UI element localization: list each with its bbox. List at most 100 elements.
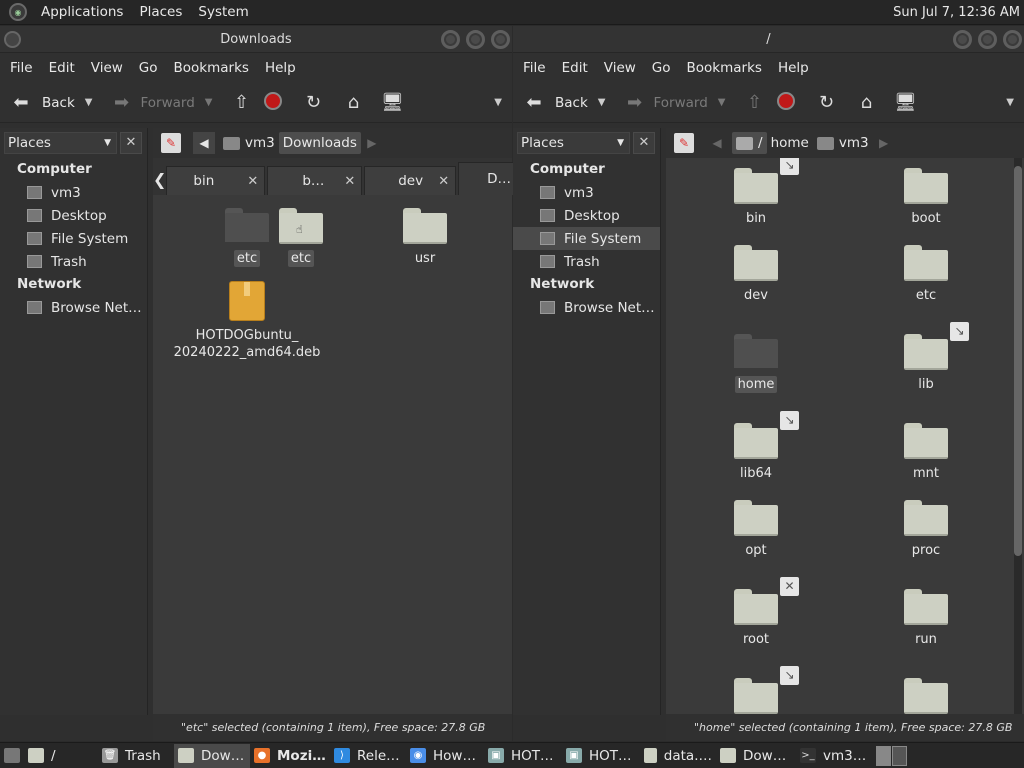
file-item-run[interactable]: run [866, 589, 986, 648]
minimize-button[interactable] [441, 30, 460, 49]
forward-button[interactable]: ➡ Forward ▼ [623, 92, 726, 113]
file-item-usr[interactable]: usr [365, 208, 485, 267]
sidebar-item-desktop[interactable]: Desktop [513, 204, 660, 227]
vertical-scrollbar[interactable] [1014, 158, 1022, 714]
system-menu[interactable]: System [190, 4, 256, 20]
path-scroll-right-icon[interactable]: ▶ [873, 132, 895, 154]
sidebar-item-desktop[interactable]: Desktop [0, 204, 147, 227]
window-titlebar[interactable]: / [513, 26, 1024, 53]
path-button-downloads[interactable]: Downloads [278, 132, 361, 154]
file-item-etc-dragging[interactable]: ☝ etc [241, 208, 361, 267]
computer-icon[interactable]: 🖥 [893, 92, 917, 113]
file-item-home[interactable]: home [696, 334, 816, 393]
tab-bin[interactable]: bin ✕ [166, 166, 266, 195]
show-desktop-button[interactable] [0, 744, 24, 768]
sidebar-item-vm3[interactable]: vm3 [0, 181, 147, 204]
tab-dev[interactable]: dev ✕ [364, 166, 457, 195]
forward-history-dropdown[interactable]: ▼ [718, 97, 726, 108]
reload-icon[interactable]: ↻ [815, 92, 837, 113]
back-button[interactable]: ⬅ Back ▼ [10, 92, 93, 113]
taskbar-item[interactable]: ▣ HOT… [562, 744, 640, 768]
workspace-switcher[interactable] [876, 745, 908, 766]
sidebar-item-trash[interactable]: Trash [0, 250, 147, 273]
path-button-vm3[interactable]: vm3 [813, 132, 873, 154]
close-tab-icon[interactable]: ✕ [438, 174, 449, 189]
sidebar-item-browse-network[interactable]: Browse Net… [513, 296, 660, 319]
sidebar-item-browse-network[interactable]: Browse Net… [0, 296, 147, 319]
file-item-mnt[interactable]: mnt [866, 423, 986, 482]
taskbar-item[interactable]: / [24, 744, 98, 768]
tabs-scroll-left-icon[interactable]: ❮ [153, 165, 166, 195]
file-item-root[interactable]: ✕ root [696, 577, 816, 648]
tab-boot[interactable]: b… ✕ [267, 166, 363, 195]
menu-edit[interactable]: Edit [554, 60, 596, 76]
computer-icon[interactable]: 🖥 [380, 92, 404, 113]
path-scroll-left-icon[interactable]: ◀ [706, 132, 728, 154]
menu-file[interactable]: File [2, 60, 41, 76]
file-item-opt[interactable]: opt [696, 500, 816, 559]
back-history-dropdown[interactable]: ▼ [598, 97, 606, 108]
toolbar-overflow-dropdown[interactable]: ▼ [494, 97, 502, 108]
close-button[interactable] [1003, 30, 1022, 49]
taskbar-item[interactable]: ◉ How… [406, 744, 484, 768]
file-item-dev[interactable]: dev [696, 245, 816, 304]
menu-go[interactable]: Go [644, 60, 679, 76]
file-item-deb-package[interactable]: HOTDOGbuntu_ 20240222_amd64.deb [174, 281, 320, 361]
close-sidebar-button[interactable]: ✕ [633, 132, 655, 154]
toolbar-overflow-dropdown[interactable]: ▼ [1006, 97, 1014, 108]
edit-location-icon[interactable]: ✎ [161, 133, 181, 153]
sidebar-item-trash[interactable]: Trash [513, 250, 660, 273]
menu-help[interactable]: Help [257, 60, 304, 76]
distro-logo-icon[interactable]: ◉ [9, 3, 27, 21]
back-history-dropdown[interactable]: ▼ [85, 97, 93, 108]
path-scroll-left-icon[interactable]: ◀ [193, 132, 215, 154]
forward-history-dropdown[interactable]: ▼ [205, 97, 213, 108]
file-item-partial[interactable] [866, 678, 986, 714]
forward-button[interactable]: ➡ Forward ▼ [110, 92, 213, 113]
sidebar-item-file-system[interactable]: File System [0, 227, 147, 250]
taskbar-item[interactable]: 🗑 Trash [98, 744, 174, 768]
places-menu[interactable]: Places [131, 4, 190, 20]
stop-button[interactable] [264, 91, 283, 114]
menu-go[interactable]: Go [131, 60, 166, 76]
close-tab-icon[interactable]: ✕ [247, 174, 258, 189]
menu-help[interactable]: Help [770, 60, 817, 76]
file-item-lib64[interactable]: ↘ lib64 [696, 411, 816, 482]
up-arrow-icon[interactable]: ⇧ [230, 92, 252, 113]
menu-bookmarks[interactable]: Bookmarks [166, 60, 257, 76]
edit-location-icon[interactable]: ✎ [674, 133, 694, 153]
sidebar-item-vm3[interactable]: vm3 [513, 181, 660, 204]
applications-menu[interactable]: Applications [33, 4, 131, 20]
taskbar-item[interactable]: Dow… [174, 743, 250, 768]
taskbar-item[interactable]: ● Mozi… [250, 744, 330, 768]
taskbar-item[interactable]: data.… [640, 744, 716, 768]
scrollbar-thumb[interactable] [1014, 166, 1022, 556]
reload-icon[interactable]: ↻ [302, 92, 324, 113]
window-titlebar[interactable]: Downloads [0, 26, 512, 53]
file-item-bin[interactable]: ↘ bin [696, 158, 816, 227]
minimize-button[interactable] [953, 30, 972, 49]
stop-button[interactable] [777, 91, 796, 114]
menu-view[interactable]: View [83, 60, 131, 76]
sidebar-item-file-system[interactable]: File System [513, 227, 660, 250]
close-button[interactable] [491, 30, 510, 49]
close-sidebar-button[interactable]: ✕ [120, 132, 142, 154]
sidebar-selector[interactable]: Places ▼ [517, 132, 630, 154]
menu-file[interactable]: File [515, 60, 554, 76]
clock[interactable]: Sun Jul 7, 12:36 AM [893, 5, 1020, 20]
maximize-button[interactable] [978, 30, 997, 49]
workspace-1[interactable] [876, 745, 891, 766]
maximize-button[interactable] [466, 30, 485, 49]
file-item-boot[interactable]: boot [866, 168, 986, 227]
menu-view[interactable]: View [596, 60, 644, 76]
menu-edit[interactable]: Edit [41, 60, 83, 76]
path-button-root[interactable]: / [732, 132, 767, 154]
window-menu-button[interactable] [4, 31, 21, 48]
taskbar-item[interactable]: >_ vm3… [796, 744, 872, 768]
back-button[interactable]: ⬅ Back ▼ [523, 92, 606, 113]
workspace-2[interactable] [892, 745, 907, 766]
home-icon[interactable]: ⌂ [342, 92, 364, 113]
file-item-partial[interactable]: ↘ [696, 666, 816, 714]
sidebar-selector[interactable]: Places ▼ [4, 132, 117, 154]
file-item-etc[interactable]: etc [866, 245, 986, 304]
